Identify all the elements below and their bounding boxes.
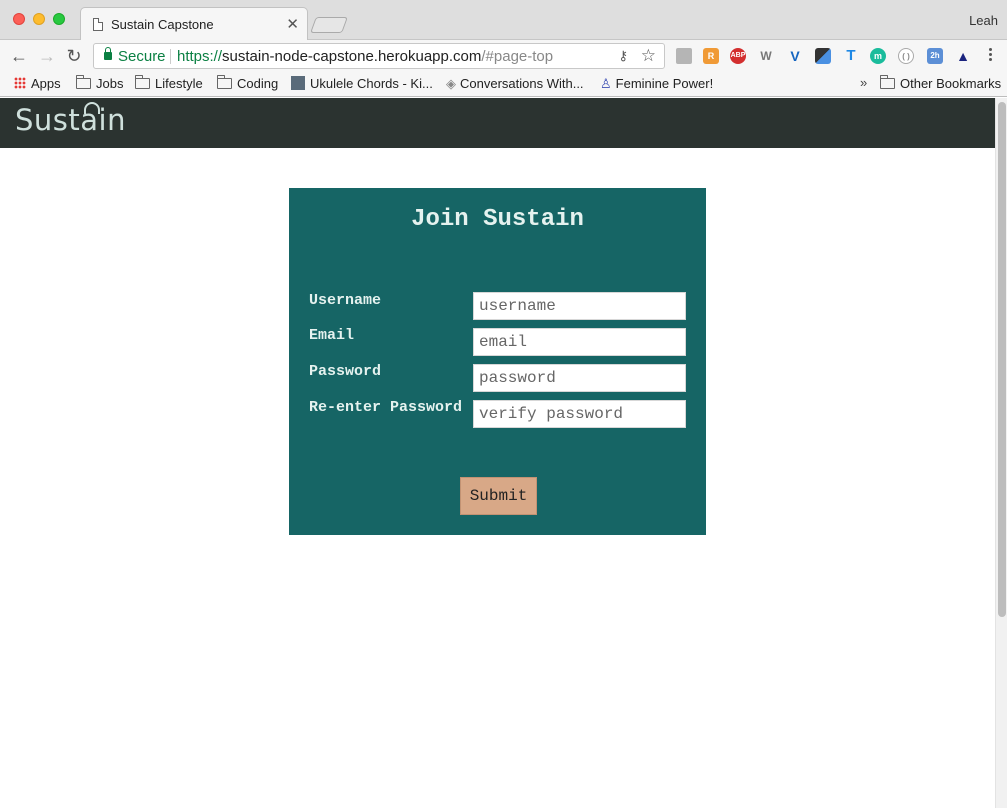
bookmark-label: Ukulele Chords - Ki... — [310, 76, 433, 91]
folder-icon — [76, 75, 91, 89]
url-path: /#page-top — [481, 48, 554, 65]
eyedropper-icon[interactable] — [815, 48, 831, 64]
apps-grid-icon — [14, 77, 26, 89]
logo-arc-icon — [84, 102, 100, 114]
password-input[interactable] — [473, 364, 686, 392]
bookmark-ukulele[interactable]: Ukulele Chords - Ki... — [291, 76, 433, 91]
url-host: sustain-node-capstone.herokuapp.com — [222, 48, 482, 65]
bookmark-label: Conversations With... — [460, 76, 584, 91]
bookmark-lifestyle[interactable]: Lifestyle — [135, 75, 203, 91]
forward-arrow-icon[interactable]: → — [36, 45, 58, 67]
url-scheme: https:// — [177, 48, 223, 65]
folder-icon — [880, 75, 895, 89]
email-input[interactable] — [473, 328, 686, 356]
bookmark-other[interactable]: Other Bookmarks — [880, 75, 1002, 91]
back-arrow-icon[interactable]: ← — [8, 45, 30, 67]
browser-tab-active[interactable]: Sustain Capstone ✕ — [80, 7, 308, 41]
reload-icon[interactable]: ↻ — [63, 45, 85, 67]
secure-label: Secure — [118, 48, 166, 65]
bookmark-label: Apps — [31, 76, 61, 91]
scrollbar-thumb[interactable] — [998, 102, 1006, 617]
tab-title: Sustain Capstone — [111, 17, 214, 32]
reader-icon[interactable]: R — [703, 48, 719, 64]
username-input[interactable] — [473, 292, 686, 320]
bookmark-label: Lifestyle — [155, 76, 203, 91]
site-logo[interactable]: Sustain — [15, 103, 126, 137]
bookmark-feminine-power[interactable]: ♙ Feminine Power! — [600, 76, 713, 92]
bookmark-apps[interactable]: Apps — [14, 76, 61, 91]
key-icon[interactable]: ⚷ — [618, 48, 628, 64]
site-header: Sustain — [0, 98, 995, 148]
bookmark-label: Jobs — [96, 76, 124, 91]
browser-menu-icon[interactable] — [989, 48, 993, 63]
signup-form: Join Sustain Username Email Password Re-… — [289, 188, 706, 535]
window-minimize-button[interactable] — [33, 13, 45, 25]
drive-icon[interactable] — [676, 48, 692, 64]
bookmark-coding[interactable]: Coding — [217, 75, 279, 91]
password-label: Password — [309, 363, 382, 380]
tab-close-icon[interactable]: ✕ — [286, 15, 299, 33]
username-label: Username — [309, 292, 382, 309]
verify-password-label: Re-enter Password — [309, 399, 463, 416]
new-tab-button[interactable] — [310, 17, 348, 33]
typography-icon[interactable]: T — [843, 48, 859, 64]
wappalyzer-icon[interactable]: W — [758, 48, 774, 64]
address-bar[interactable]: Secure https://sustain-node-capstone.her… — [93, 43, 665, 69]
profile-name[interactable]: Leah — [969, 13, 998, 28]
vue-icon[interactable]: V — [787, 48, 803, 64]
deploy-icon[interactable]: ▲ — [955, 48, 971, 64]
bookmarks-bar: Apps Jobs Lifestyle Coding Ukulele Chord… — [0, 72, 1007, 97]
bookmark-label: Other Bookmarks — [900, 76, 1002, 91]
url-text[interactable]: https://sustain-node-capstone.herokuapp.… — [177, 48, 553, 65]
bookmarks-overflow-button[interactable]: » — [860, 75, 867, 90]
bookmark-label: Feminine Power! — [615, 76, 714, 91]
site-favicon-icon — [291, 76, 305, 90]
mercury-icon[interactable]: m — [870, 48, 886, 64]
submit-button[interactable]: Submit — [460, 477, 537, 515]
window-maximize-button[interactable] — [53, 13, 65, 25]
page-viewport: Sustain Join Sustain Username Email Pass… — [0, 98, 1007, 808]
json-icon[interactable]: ( ) — [898, 48, 914, 64]
page-icon — [93, 18, 103, 31]
bookmark-star-icon[interactable]: ☆ — [641, 46, 656, 66]
folder-icon — [217, 75, 232, 89]
browser-tab-bar: Sustain Capstone ✕ Leah — [0, 0, 1007, 41]
browser-toolbar: ← → ↻ Secure https://sustain-node-capsto… — [0, 40, 1007, 72]
bookmark-label: Coding — [237, 76, 279, 91]
form-title: Join Sustain — [411, 206, 584, 233]
window-close-button[interactable] — [13, 13, 25, 25]
email-label: Email — [309, 327, 355, 344]
bookmark-conversations[interactable]: ◈ Conversations With... — [446, 76, 584, 92]
page-scrollbar[interactable] — [995, 98, 1007, 808]
calendar-icon[interactable]: 2h — [927, 48, 943, 64]
address-divider — [170, 49, 171, 64]
verify-password-input[interactable] — [473, 400, 686, 428]
diamond-icon: ◈ — [446, 76, 456, 91]
meditation-icon: ♙ — [600, 76, 612, 91]
adblock-icon[interactable]: ABP — [730, 48, 746, 64]
folder-icon — [135, 75, 150, 89]
lock-icon — [104, 47, 112, 60]
bookmark-jobs[interactable]: Jobs — [76, 75, 124, 91]
